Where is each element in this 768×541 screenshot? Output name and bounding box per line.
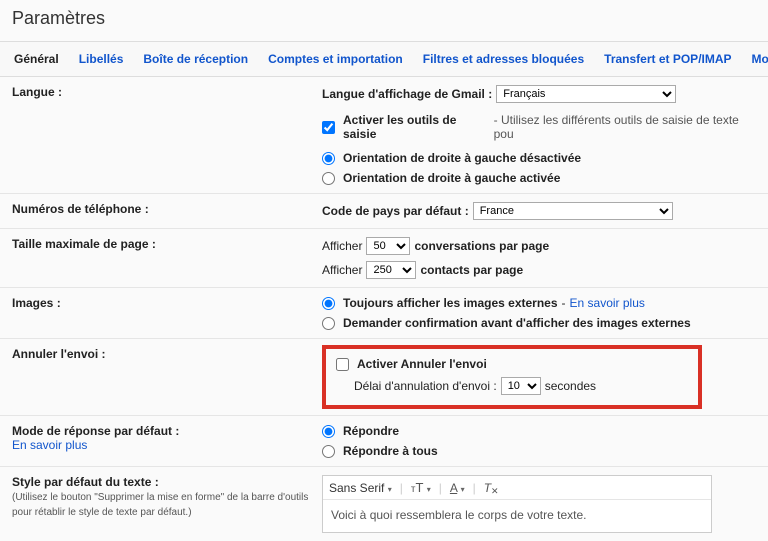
reply-label: Répondre	[343, 424, 399, 438]
label-undo-send: Annuler l'envoi :	[12, 347, 322, 407]
label-phone: Numéros de téléphone :	[12, 202, 322, 220]
undo-send-checkbox[interactable]	[336, 358, 349, 371]
clear-formatting-button[interactable]: T✕	[484, 481, 499, 495]
undo-delay-select[interactable]: 10	[501, 377, 541, 395]
undo-send-enable-label: Activer Annuler l'envoi	[357, 357, 487, 371]
page-title: Paramètres	[0, 0, 768, 41]
text-style-sublabel: (Utilisez le bouton "Supprimer la mise e…	[12, 492, 308, 518]
text-size-large-icon: T	[415, 480, 423, 495]
label-language: Langue :	[12, 85, 322, 185]
row-pagesize: Taille maximale de page : Afficher 50 co…	[0, 229, 768, 288]
images-ask-label: Demander confirmation avant d'afficher d…	[343, 316, 691, 330]
input-tools-hint: - Utilisez les différents outils de sais…	[494, 113, 756, 141]
clear-formatting-icon: T	[484, 481, 491, 495]
country-code-select[interactable]: France	[473, 202, 673, 220]
contacts-suffix: contacts par page	[420, 263, 523, 277]
conversations-suffix: conversations par page	[414, 239, 549, 253]
row-undo-send: Annuler l'envoi : Activer Annuler l'envo…	[0, 339, 768, 416]
label-images: Images :	[12, 296, 322, 330]
images-learn-more-link[interactable]: En savoir plus	[570, 296, 645, 310]
text-style-box: Sans Serif ▾ | тT ▾ | A ▾ | T✕ Voici à q	[322, 475, 712, 533]
label-text-style: Style par défaut du texte :	[12, 475, 159, 489]
undo-send-highlight: Activer Annuler l'envoi Délai d'annulati…	[322, 345, 702, 409]
row-text-style: Style par défaut du texte : (Utilisez le…	[0, 467, 768, 541]
tab-inbox[interactable]: Boîte de réception	[133, 42, 258, 76]
chevron-down-icon: ▾	[427, 485, 431, 494]
text-color-icon: A	[450, 481, 457, 495]
reply-all-label: Répondre à tous	[343, 444, 438, 458]
country-code-label: Code de pays par défaut :	[322, 204, 469, 218]
row-images: Images : Toujours afficher les images ex…	[0, 288, 768, 339]
reply-radio[interactable]	[322, 425, 335, 438]
display-language-label: Langue d'affichage de Gmail :	[322, 87, 492, 101]
chevron-down-icon: ▾	[388, 485, 392, 494]
images-always-radio[interactable]	[322, 297, 335, 310]
rtl-on-radio[interactable]	[322, 172, 335, 185]
undo-delay-label: Délai d'annulation d'envoi :	[354, 379, 497, 393]
reply-learn-more-link[interactable]: En savoir plus	[12, 438, 87, 452]
text-style-sample: Voici à quoi ressemblera le corps de vot…	[323, 500, 711, 532]
tab-modules[interactable]: Modul	[742, 42, 768, 76]
row-reply-mode: Mode de réponse par défaut : En savoir p…	[0, 416, 768, 467]
rtl-on-label: Orientation de droite à gauche activée	[343, 171, 560, 185]
tab-forwarding[interactable]: Transfert et POP/IMAP	[594, 42, 741, 76]
tab-general[interactable]: Général	[4, 42, 69, 76]
label-reply-mode: Mode de réponse par défaut :	[12, 424, 179, 438]
font-family-menu[interactable]: Sans Serif ▾	[329, 481, 392, 495]
conversations-per-page-select[interactable]: 50	[366, 237, 410, 255]
row-phone: Numéros de téléphone : Code de pays par …	[0, 194, 768, 229]
input-tools-checkbox[interactable]	[322, 121, 335, 134]
tab-accounts[interactable]: Comptes et importation	[258, 42, 413, 76]
chevron-down-icon: ▾	[461, 485, 465, 494]
rtl-off-label: Orientation de droite à gauche désactivé…	[343, 151, 581, 165]
font-size-menu[interactable]: тT ▾	[411, 480, 431, 495]
input-tools-label: Activer les outils de saisie	[343, 113, 490, 141]
contacts-per-page-select[interactable]: 250	[366, 261, 416, 279]
rtl-off-radio[interactable]	[322, 152, 335, 165]
tab-labels[interactable]: Libellés	[69, 42, 134, 76]
label-pagesize: Taille maximale de page :	[12, 237, 322, 279]
images-ask-radio[interactable]	[322, 317, 335, 330]
tabs-bar: Général Libellés Boîte de réception Comp…	[0, 41, 768, 77]
font-color-menu[interactable]: A ▾	[450, 481, 465, 495]
tab-filters[interactable]: Filtres et adresses bloquées	[413, 42, 594, 76]
show-text-1: Afficher	[322, 239, 362, 253]
reply-all-radio[interactable]	[322, 445, 335, 458]
row-language: Langue : Langue d'affichage de Gmail : F…	[0, 77, 768, 194]
show-text-2: Afficher	[322, 263, 362, 277]
display-language-select[interactable]: Français	[496, 85, 676, 103]
images-always-label: Toujours afficher les images externes	[343, 296, 558, 310]
undo-delay-suffix: secondes	[545, 379, 596, 393]
